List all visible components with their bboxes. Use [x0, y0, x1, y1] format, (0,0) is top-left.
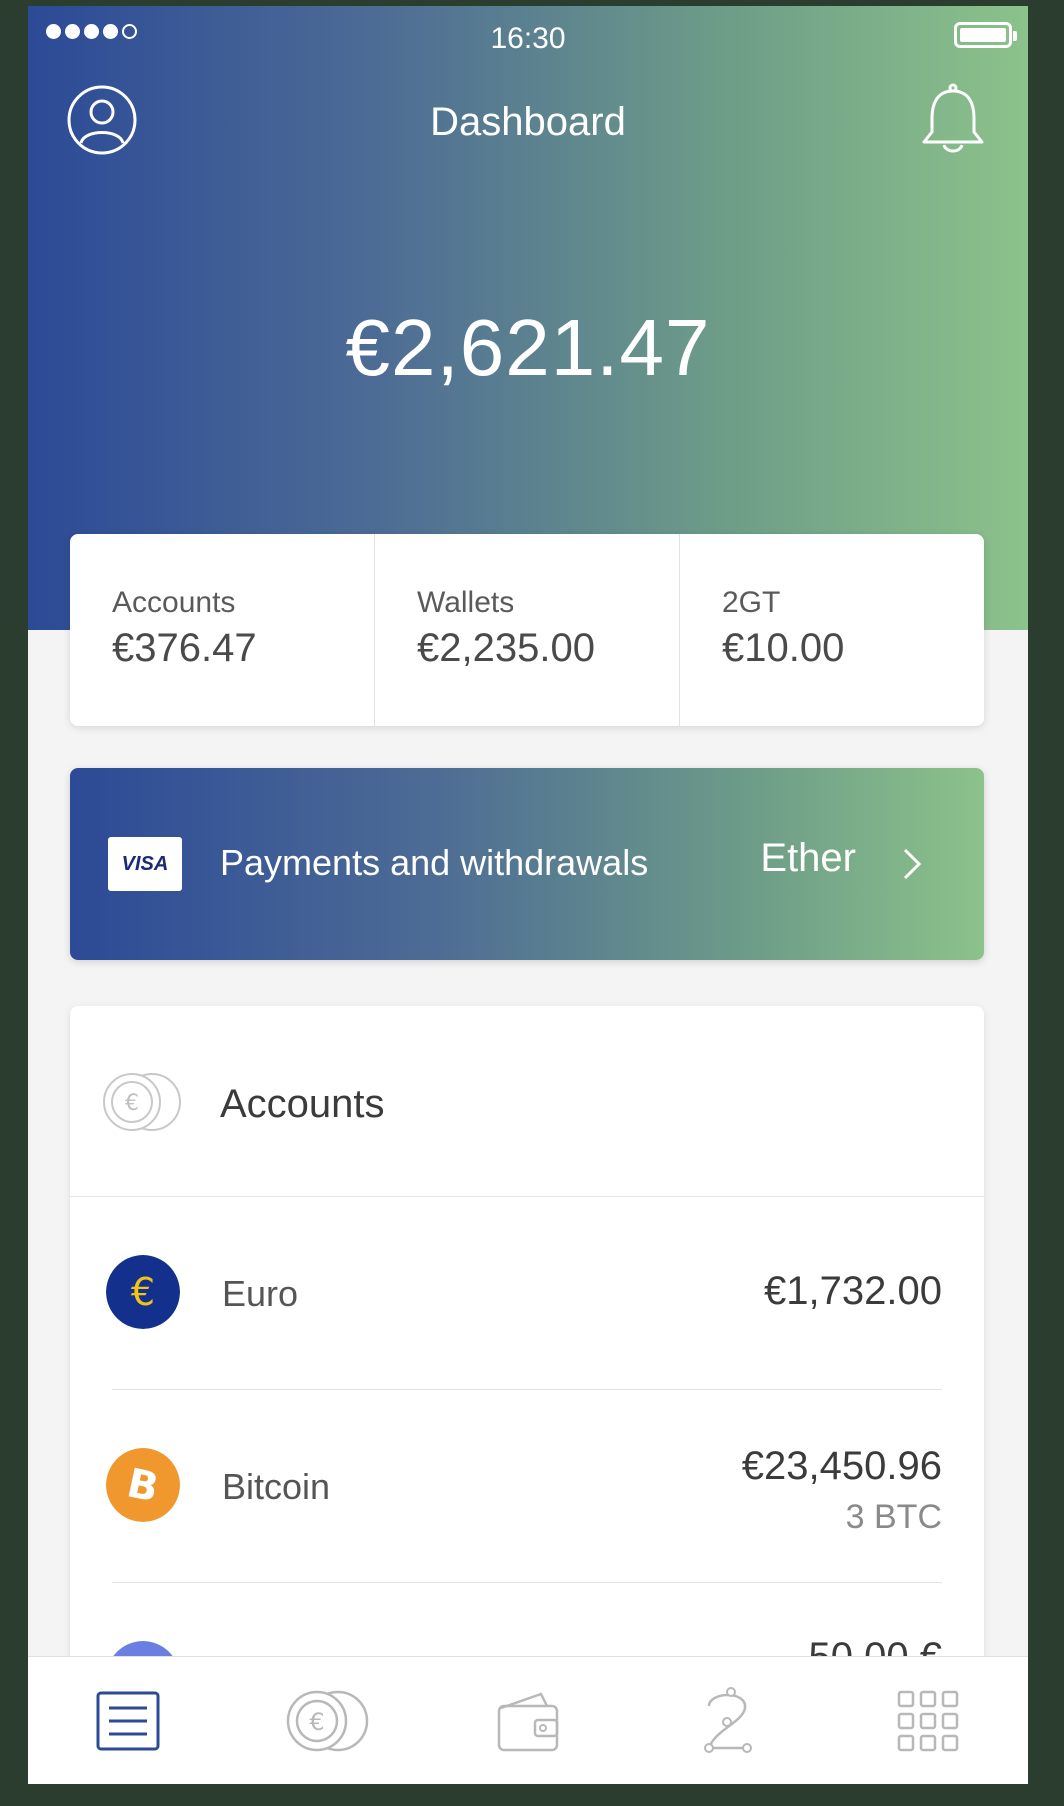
account-amount: €1,732.00 [764, 1269, 942, 1313]
summary-accounts[interactable]: Accounts €376.47 [70, 534, 375, 726]
payments-withdrawals-card[interactable]: VISA Payments and withdrawals Ether [70, 768, 984, 960]
summary-value: €376.47 [112, 626, 257, 670]
bottom-tab-bar: € [28, 1656, 1028, 1784]
account-row-euro[interactable]: € Euro €1,732.00 [106, 1197, 942, 1390]
svg-text:€: € [125, 1091, 139, 1116]
phone-screen: 16:30 Dashboard €2,621.47 Accounts €376.… [28, 6, 1028, 1784]
total-balance: €2,621.47 [345, 303, 711, 392]
dashboard-tab[interactable] [28, 1657, 228, 1784]
svg-text:€: € [131, 1270, 155, 1314]
account-name: Bitcoin [222, 1466, 331, 1507]
wallet-tab[interactable] [428, 1657, 628, 1784]
2gt-tab[interactable] [628, 1657, 828, 1784]
bitcoin-icon: B [106, 1448, 180, 1522]
battery-icon [954, 22, 1017, 48]
accounts-tab[interactable]: € [228, 1657, 428, 1784]
coins-icon: € [286, 1690, 369, 1752]
coins-icon: € [103, 1073, 181, 1131]
payments-currency: Ether [760, 836, 856, 880]
payments-label: Payments and withdrawals [220, 842, 649, 883]
balance-summary-card: Accounts €376.47 Wallets €2,235.00 2GT €… [70, 534, 984, 726]
account-row-bitcoin[interactable]: B Bitcoin €23,450.96 3 BTC [106, 1390, 942, 1583]
account-name: Euro [222, 1273, 299, 1314]
svg-text:€: € [309, 1708, 324, 1736]
account-sub-amount: 3 BTC [845, 1498, 942, 1536]
summary-label: Accounts [112, 586, 236, 619]
euro-icon: € [106, 1255, 180, 1329]
list-icon [96, 1691, 160, 1751]
more-tab[interactable] [828, 1657, 1028, 1784]
status-time: 16:30 [490, 22, 566, 55]
bell-icon[interactable] [918, 82, 988, 156]
accounts-header[interactable]: € Accounts [70, 1006, 984, 1197]
page-title: Dashboard [430, 100, 626, 144]
summary-label: 2GT [722, 586, 781, 619]
summary-value: €2,235.00 [417, 626, 595, 670]
account-amount: €23,450.96 [741, 1444, 942, 1488]
2gt-icon [704, 1687, 752, 1753]
summary-label: Wallets [417, 586, 515, 619]
summary-wallets[interactable]: Wallets €2,235.00 [375, 534, 680, 726]
summary-2gt[interactable]: 2GT €10.00 [680, 534, 984, 726]
wallet-icon [497, 1692, 559, 1752]
grid-icon [897, 1690, 959, 1752]
summary-value: €10.00 [722, 626, 845, 670]
chevron-right-icon [903, 848, 922, 880]
visa-badge: VISA [108, 837, 182, 891]
accounts-title: Accounts [220, 1082, 385, 1126]
status-bar: 16:30 [28, 6, 1028, 66]
